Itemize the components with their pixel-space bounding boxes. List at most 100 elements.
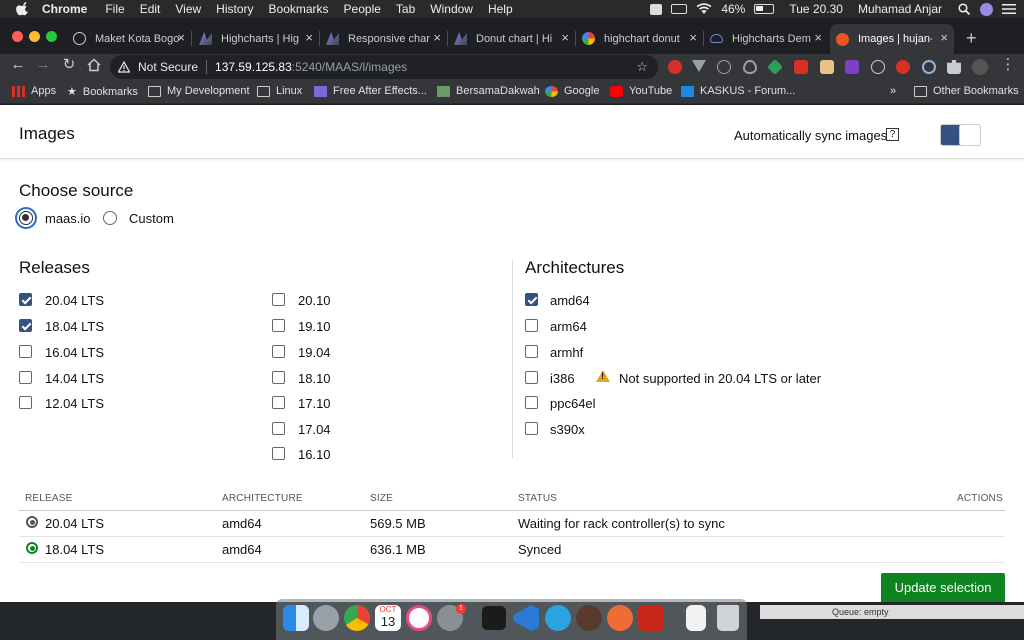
source-custom-radio[interactable] — [103, 211, 117, 225]
release-label[interactable]: 16.10 — [298, 447, 331, 462]
release-checkbox[interactable] — [272, 447, 285, 460]
control-center-icon[interactable] — [1002, 3, 1016, 15]
release-label[interactable]: 16.04 LTS — [45, 345, 104, 360]
release-checkbox[interactable] — [19, 396, 32, 409]
zoom-window-button[interactable] — [46, 31, 57, 42]
extension-hat-icon[interactable] — [845, 60, 859, 74]
security-label[interactable]: Not Secure — [138, 60, 198, 74]
arch-checkbox[interactable] — [525, 345, 538, 358]
extension-record-icon[interactable] — [871, 60, 885, 74]
release-label[interactable]: 19.10 — [298, 319, 331, 334]
bookmark-google[interactable]: Google — [545, 85, 599, 97]
extension-react-icon[interactable] — [717, 60, 731, 74]
menu-edit[interactable]: Edit — [140, 2, 161, 16]
release-checkbox[interactable] — [19, 371, 32, 384]
bookmark-free-after-effects[interactable]: Free After Effects... — [314, 85, 427, 97]
close-tab-icon[interactable]: × — [433, 30, 441, 45]
release-label[interactable]: 12.04 LTS — [45, 396, 104, 411]
arch-checkbox[interactable] — [525, 371, 538, 384]
release-label[interactable]: 17.04 — [298, 422, 331, 437]
profile-avatar[interactable] — [972, 59, 988, 75]
current-user[interactable]: Muhamad Anjar — [858, 2, 942, 16]
auto-sync-toggle[interactable] — [940, 124, 981, 146]
bookmark-kaskus[interactable]: KASKUS - Forum... — [681, 85, 795, 97]
clock[interactable]: Tue 20.30 — [789, 2, 843, 16]
tab-highcharts[interactable]: Highcharts | Hig × — [193, 28, 320, 49]
help-icon[interactable]: ? — [886, 128, 899, 141]
source-maas-radio[interactable] — [19, 211, 33, 225]
menu-help[interactable]: Help — [488, 2, 513, 16]
release-checkbox[interactable] — [19, 293, 32, 306]
extensions-puzzle-icon[interactable] — [947, 60, 961, 74]
menu-bookmarks[interactable]: Bookmarks — [269, 2, 329, 16]
close-window-button[interactable] — [12, 31, 23, 42]
tab-maket-kota[interactable]: Maket Kota Bogo × — [67, 28, 192, 49]
extension-red-icon[interactable] — [668, 60, 682, 74]
minimize-window-button[interactable] — [29, 31, 40, 42]
reload-icon[interactable]: ↻ — [61, 57, 77, 73]
address-bar[interactable]: Not Secure 137.59.125.83 :5240/MAAS/l/im… — [110, 55, 658, 79]
menu-history[interactable]: History — [216, 2, 253, 16]
arch-label[interactable]: i386 — [550, 371, 575, 386]
home-icon[interactable] — [86, 57, 102, 73]
filezilla-icon[interactable] — [638, 605, 664, 631]
arch-label[interactable]: armhf — [550, 345, 583, 360]
menu-window[interactable]: Window — [430, 2, 473, 16]
tab-highcharts-demo[interactable]: Highcharts Dem × — [704, 28, 828, 49]
source-maas-label[interactable]: maas.io — [45, 211, 91, 226]
telegram-icon[interactable] — [545, 605, 571, 631]
tab-google-search[interactable]: highchart donut × — [576, 28, 704, 49]
terminal-icon[interactable] — [481, 605, 507, 631]
spotlight-search-icon[interactable] — [957, 3, 971, 15]
tab-images-active[interactable]: Images | hujan-i × — [830, 24, 954, 54]
bookmark-bookmarks[interactable]: ★ Bookmarks — [67, 85, 138, 99]
tab-responsive-chart[interactable]: Responsive char × — [320, 28, 448, 49]
close-tab-icon[interactable]: × — [305, 30, 313, 45]
col-header-size[interactable]: SIZE — [370, 493, 393, 504]
arch-label[interactable]: ppc64el — [550, 396, 596, 411]
close-tab-icon[interactable]: × — [814, 30, 822, 45]
release-checkbox[interactable] — [272, 396, 285, 409]
release-label[interactable]: 17.10 — [298, 396, 331, 411]
menu-people[interactable]: People — [344, 2, 381, 16]
music-icon[interactable] — [406, 605, 432, 631]
col-header-architecture[interactable]: ARCHITECTURE — [222, 493, 303, 504]
update-selection-button[interactable]: Update selection — [881, 573, 1005, 602]
release-checkbox[interactable] — [19, 345, 32, 358]
extension-face-icon[interactable] — [820, 60, 834, 74]
arch-checkbox[interactable] — [525, 319, 538, 332]
extension-green-icon[interactable] — [767, 59, 783, 75]
release-checkbox[interactable] — [272, 293, 285, 306]
bookmark-apps[interactable]: Apps — [12, 85, 56, 97]
extension-vue-icon[interactable] — [692, 60, 706, 72]
arch-checkbox[interactable] — [525, 293, 538, 306]
forward-arrow-icon[interactable]: → — [35, 57, 51, 73]
arch-checkbox[interactable] — [525, 422, 538, 435]
extension-eye-icon[interactable] — [743, 60, 757, 74]
arch-label[interactable]: amd64 — [550, 293, 590, 308]
release-label[interactable]: 18.04 LTS — [45, 319, 104, 334]
col-header-release[interactable]: RELEASE — [25, 493, 73, 504]
bookmark-other-bookmarks[interactable]: Other Bookmarks — [914, 85, 1019, 97]
browser-menu-icon[interactable]: ⋮ — [1000, 57, 1016, 73]
arch-checkbox[interactable] — [525, 396, 538, 409]
close-tab-icon[interactable]: × — [561, 30, 569, 45]
release-checkbox[interactable] — [272, 345, 285, 358]
source-custom-label[interactable]: Custom — [129, 211, 174, 226]
arch-label[interactable]: arm64 — [550, 319, 587, 334]
close-tab-icon[interactable]: × — [689, 30, 697, 45]
chrome-icon[interactable] — [344, 605, 370, 631]
release-label[interactable]: 19.04 — [298, 345, 331, 360]
release-checkbox[interactable] — [272, 422, 285, 435]
battery-icon[interactable] — [754, 4, 775, 14]
finder-icon[interactable] — [283, 605, 309, 631]
menu-tab[interactable]: Tab — [396, 2, 415, 16]
launchpad-icon[interactable] — [313, 605, 339, 631]
arch-label[interactable]: s390x — [550, 422, 585, 437]
wifi-icon[interactable] — [696, 3, 712, 15]
bookmark-youtube[interactable]: YouTube — [610, 85, 672, 97]
menu-view[interactable]: View — [175, 2, 201, 16]
close-tab-icon[interactable]: × — [177, 30, 185, 45]
new-tab-button[interactable]: + — [966, 28, 977, 49]
document-icon[interactable] — [686, 605, 706, 631]
